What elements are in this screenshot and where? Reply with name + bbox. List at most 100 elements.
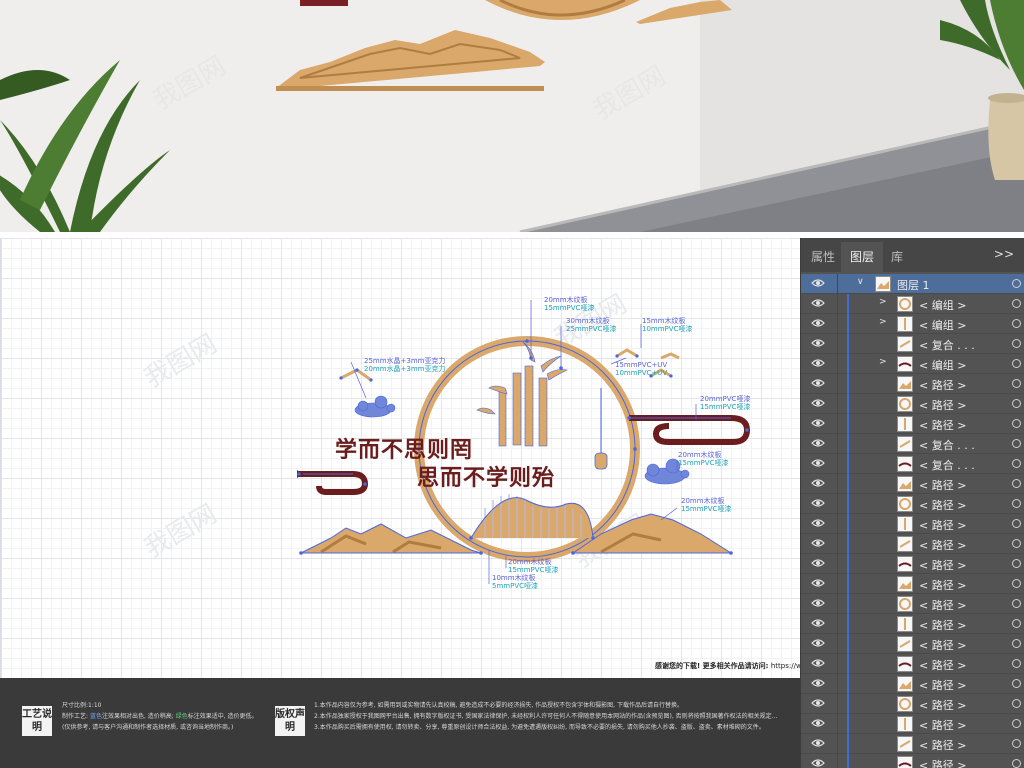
layer-row[interactable]: < 路径 > bbox=[801, 714, 1024, 734]
layer-row[interactable]: < 路径 > bbox=[801, 574, 1024, 594]
chevron-right-icon[interactable]: > bbox=[879, 357, 887, 367]
layer-name[interactable]: < 路径 > bbox=[919, 517, 966, 533]
layer-row[interactable]: > < 编组 > bbox=[801, 314, 1024, 334]
eye-icon[interactable] bbox=[811, 698, 825, 708]
layer-row[interactable]: < 路径 > bbox=[801, 614, 1024, 634]
eye-icon[interactable] bbox=[811, 678, 825, 688]
eye-icon[interactable] bbox=[811, 758, 825, 768]
layer-name[interactable]: < 编组 > bbox=[919, 317, 966, 333]
circle-target-icon[interactable] bbox=[1012, 619, 1021, 628]
circle-target-icon[interactable] bbox=[1012, 399, 1021, 408]
layer-name[interactable]: < 路径 > bbox=[919, 717, 966, 733]
circle-target-icon[interactable] bbox=[1012, 439, 1021, 448]
eye-icon[interactable] bbox=[811, 378, 825, 388]
layer-name[interactable]: < 路径 > bbox=[919, 657, 966, 673]
layer-row[interactable]: < 复合 . . . bbox=[801, 434, 1024, 454]
circle-target-icon[interactable] bbox=[1012, 599, 1021, 608]
eye-icon[interactable] bbox=[811, 638, 825, 648]
layer-row[interactable]: < 路径 > bbox=[801, 514, 1024, 534]
layer-name[interactable]: < 路径 > bbox=[919, 397, 966, 413]
circle-target-icon[interactable] bbox=[1012, 319, 1021, 328]
layer-name[interactable]: < 路径 > bbox=[919, 637, 966, 653]
layer-row[interactable]: < 路径 > bbox=[801, 474, 1024, 494]
layer-name[interactable]: < 路径 > bbox=[919, 697, 966, 713]
layer-row[interactable]: < 路径 > bbox=[801, 414, 1024, 434]
layer-name[interactable]: < 编组 > bbox=[919, 297, 966, 313]
layer-row[interactable]: < 路径 > bbox=[801, 394, 1024, 414]
eye-icon[interactable] bbox=[811, 598, 825, 608]
eye-icon[interactable] bbox=[811, 738, 825, 748]
circle-target-icon[interactable] bbox=[1012, 579, 1021, 588]
circle-target-icon[interactable] bbox=[1012, 719, 1021, 728]
layer-name[interactable]: 图层 1 bbox=[897, 277, 930, 293]
layer-row[interactable]: < 复合 . . . bbox=[801, 454, 1024, 474]
tab-properties[interactable]: 属性 bbox=[811, 248, 835, 265]
layer-row[interactable]: < 路径 > bbox=[801, 754, 1024, 768]
layer-row[interactable]: < 复合 . . . bbox=[801, 334, 1024, 354]
layer-row[interactable]: ∨ 图层 1 bbox=[801, 274, 1024, 294]
layer-name[interactable]: < 路径 > bbox=[919, 597, 966, 613]
circle-target-icon[interactable] bbox=[1012, 659, 1021, 668]
circle-target-icon[interactable] bbox=[1012, 379, 1021, 388]
chevron-right-icon[interactable]: > bbox=[879, 317, 887, 327]
layer-name[interactable]: < 编组 > bbox=[919, 357, 966, 373]
layer-name[interactable]: < 路径 > bbox=[919, 677, 966, 693]
layer-name[interactable]: < 路径 > bbox=[919, 477, 966, 493]
layer-name[interactable]: < 路径 > bbox=[919, 737, 966, 753]
eye-icon[interactable] bbox=[811, 438, 825, 448]
eye-icon[interactable] bbox=[811, 498, 825, 508]
eye-icon[interactable] bbox=[811, 358, 825, 368]
layer-row[interactable]: > < 编组 > bbox=[801, 354, 1024, 374]
circle-target-icon[interactable] bbox=[1012, 459, 1021, 468]
circle-target-icon[interactable] bbox=[1012, 299, 1021, 308]
eye-icon[interactable] bbox=[811, 458, 825, 468]
layer-name[interactable]: < 路径 > bbox=[919, 557, 966, 573]
layer-row[interactable]: > < 编组 > bbox=[801, 294, 1024, 314]
eye-icon[interactable] bbox=[811, 518, 825, 528]
layer-name[interactable]: < 复合 . . . bbox=[919, 457, 975, 473]
layer-row[interactable]: < 路径 > bbox=[801, 554, 1024, 574]
layer-name[interactable]: < 复合 . . . bbox=[919, 337, 975, 353]
eye-icon[interactable] bbox=[811, 578, 825, 588]
layer-name[interactable]: < 路径 > bbox=[919, 617, 966, 633]
eye-icon[interactable] bbox=[811, 278, 825, 288]
layer-row[interactable]: < 路径 > bbox=[801, 374, 1024, 394]
layer-row[interactable]: < 路径 > bbox=[801, 674, 1024, 694]
eye-icon[interactable] bbox=[811, 338, 825, 348]
tab-layers[interactable]: 图层 bbox=[850, 248, 874, 265]
circle-target-icon[interactable] bbox=[1012, 739, 1021, 748]
chevron-right-icon[interactable]: > bbox=[879, 297, 887, 307]
layer-row[interactable]: < 路径 > bbox=[801, 694, 1024, 714]
eye-icon[interactable] bbox=[811, 718, 825, 728]
layer-name[interactable]: < 复合 . . . bbox=[919, 437, 975, 453]
layer-name[interactable]: < 路径 > bbox=[919, 537, 966, 553]
layer-name[interactable]: < 路径 > bbox=[919, 577, 966, 593]
eye-icon[interactable] bbox=[811, 538, 825, 548]
eye-icon[interactable] bbox=[811, 558, 825, 568]
layer-row[interactable]: < 路径 > bbox=[801, 734, 1024, 754]
circle-target-icon[interactable] bbox=[1012, 699, 1021, 708]
circle-target-icon[interactable] bbox=[1012, 279, 1021, 288]
circle-target-icon[interactable] bbox=[1012, 539, 1021, 548]
eye-icon[interactable] bbox=[811, 478, 825, 488]
layer-row[interactable]: < 路径 > bbox=[801, 654, 1024, 674]
layer-name[interactable]: < 路径 > bbox=[919, 417, 966, 433]
eye-icon[interactable] bbox=[811, 318, 825, 328]
circle-target-icon[interactable] bbox=[1012, 639, 1021, 648]
artboard-canvas[interactable]: 我图网 我图网 我图网 我图网 bbox=[0, 238, 800, 678]
eye-icon[interactable] bbox=[811, 398, 825, 408]
eye-icon[interactable] bbox=[811, 658, 825, 668]
layer-name[interactable]: < 路径 > bbox=[919, 497, 966, 513]
circle-target-icon[interactable] bbox=[1012, 339, 1021, 348]
layer-row[interactable]: < 路径 > bbox=[801, 494, 1024, 514]
circle-target-icon[interactable] bbox=[1012, 479, 1021, 488]
eye-icon[interactable] bbox=[811, 618, 825, 628]
chevron-down-icon[interactable]: ∨ bbox=[857, 277, 864, 287]
panel-menu-icon[interactable]: >> bbox=[994, 247, 1014, 261]
circle-target-icon[interactable] bbox=[1012, 499, 1021, 508]
layer-row[interactable]: < 路径 > bbox=[801, 534, 1024, 554]
circle-target-icon[interactable] bbox=[1012, 759, 1021, 768]
eye-icon[interactable] bbox=[811, 418, 825, 428]
circle-target-icon[interactable] bbox=[1012, 359, 1021, 368]
layer-row[interactable]: < 路径 > bbox=[801, 594, 1024, 614]
